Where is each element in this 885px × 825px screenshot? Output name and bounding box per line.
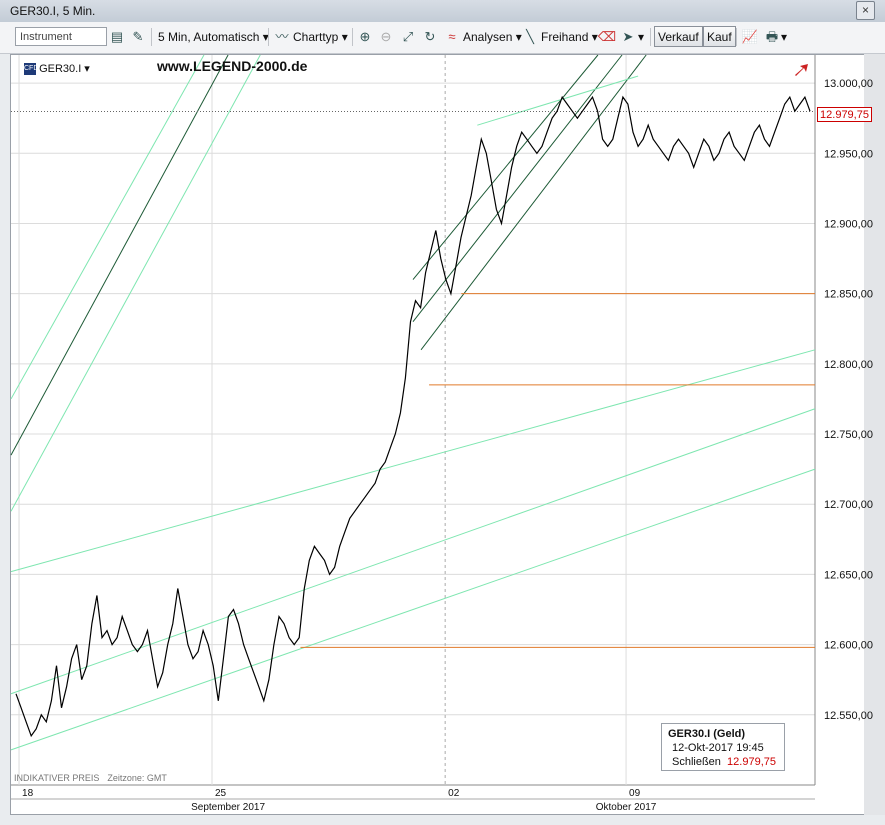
trend-line-light [10,54,205,400]
trend-arrow-icon [795,64,808,76]
zeitzone-label: Zeitzone: GMT [107,773,167,783]
y-tick-label: 13.000,00 [824,78,873,90]
x-tick-label: 02 [448,788,460,799]
price-chart: 12.550,00 12.600,00 12.650,00 12.700,00 12.7… [10,54,873,813]
info-close-label: Schließen [672,756,721,768]
chart-instrument[interactable]: CFD GER30.I ▾ [24,62,90,76]
x-tick-label: 25 [215,788,227,799]
y-tick-label: 12.700,00 [824,499,873,511]
app-window: GER30.I, 5 Min. × Instrument ▤ ✎ 5 Min, … [0,0,885,825]
y-tick-label: 12.850,00 [824,289,873,301]
info-close-value: 12.979,75 [727,756,776,768]
rally-channel-line [420,54,647,351]
price-series-line [15,95,811,738]
x-tick-label: 18 [22,788,34,799]
info-datetime: 12-Okt-2017 19:45 [672,742,764,754]
instrument-label: GER30.I [39,63,82,75]
channel-line [10,468,816,751]
y-tick-label: 12.800,00 [824,359,873,371]
info-close: Schließen 12.979,75 [672,756,776,768]
y-tick-label: 12.750,00 [824,429,873,441]
cfd-icon: CFD [24,63,38,76]
current-price-label: 12.979,75 [817,107,872,122]
footnote: INDIKATIVER PREIS Zeitzone: GMT [14,773,167,783]
y-tick-label: 12.600,00 [824,640,873,652]
month-label: September 2017 [191,802,265,813]
website-watermark: www.LEGEND-2000.de [157,58,308,74]
y-tick-label: 12.950,00 [824,148,873,160]
indikativ-label: INDIKATIVER PREIS [14,773,100,783]
month-label: Oktober 2017 [596,802,657,813]
trend-line-dark [10,54,229,456]
rally-channel-line [412,54,599,280]
channel-line [10,349,816,573]
y-tick-label: 12.900,00 [824,218,873,230]
trend-line-light [10,54,261,512]
info-title: GER30.I (Geld) [668,728,746,740]
rally-channel-line [412,54,623,323]
info-box: GER30.I (Geld) 12-Okt-2017 19:45 Schließ… [661,723,785,771]
y-tick-label: 12.550,00 [824,710,873,722]
y-tick-label: 12.650,00 [824,569,873,581]
x-tick-label: 09 [629,788,641,799]
channel-line [10,408,816,695]
